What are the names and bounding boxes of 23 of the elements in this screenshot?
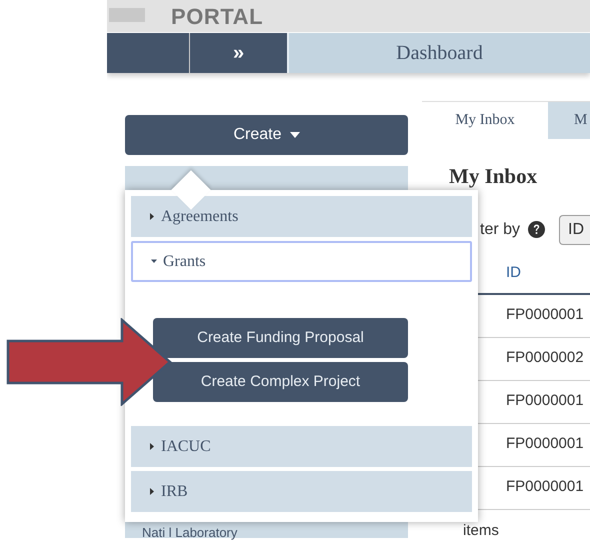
menu-item[interactable]: Agreements (131, 196, 472, 237)
caret-icon (290, 132, 300, 138)
page-title: Dashboard (289, 33, 590, 73)
caret-right-icon (149, 443, 155, 450)
help-icon[interactable] (528, 221, 546, 238)
create-button[interactable]: Create (125, 115, 408, 155)
filter-select[interactable]: ID (559, 214, 590, 244)
menu-item[interactable]: Grants (131, 241, 472, 282)
sidebar-text: Nati l Laboratory (142, 526, 238, 540)
action-button[interactable]: Create Funding Proposal (153, 318, 408, 358)
caret-right-icon (149, 488, 155, 495)
menu-item[interactable]: IACUC (131, 426, 472, 467)
section-heading: My Inbox (449, 163, 538, 190)
filter-label: ter by (480, 220, 520, 240)
action-button[interactable]: Create Complex Project (153, 362, 408, 402)
menu-item[interactable]: IRB (131, 471, 472, 512)
item-count: items (462, 520, 500, 540)
portal-title: PORTAL (171, 6, 264, 28)
caret-down-icon (151, 258, 157, 265)
caret-right-icon (149, 213, 155, 220)
expand-button[interactable]: » (190, 33, 289, 73)
tab[interactable]: M (548, 102, 590, 139)
logo-icon (109, 8, 145, 22)
